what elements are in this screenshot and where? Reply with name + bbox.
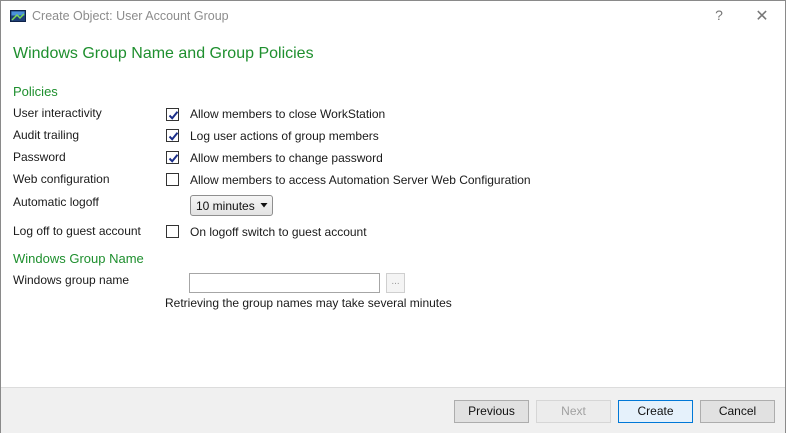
- window-title: Create Object: User Account Group: [32, 9, 229, 23]
- checkbox-web-configuration[interactable]: [166, 173, 179, 186]
- next-button[interactable]: Next: [536, 400, 611, 423]
- automatic-logoff-value: 10 minutes: [196, 199, 255, 213]
- checkmark-icon: [168, 132, 179, 141]
- cancel-button[interactable]: Cancel: [700, 400, 775, 423]
- checkbox-change-password[interactable]: [166, 151, 179, 164]
- policy-label-user-interactivity: User interactivity: [13, 106, 102, 120]
- title-bar: Create Object: User Account Group ? ✕: [1, 1, 785, 32]
- help-icon[interactable]: ?: [711, 7, 727, 25]
- create-object-dialog: Create Object: User Account Group ? ✕ Wi…: [0, 0, 786, 433]
- guest-account-label: Log off to guest account: [13, 224, 141, 238]
- option-web-configuration[interactable]: Allow members to access Automation Serve…: [190, 173, 531, 187]
- checkmark-icon: [168, 154, 179, 163]
- windows-group-section-title: Windows Group Name: [13, 251, 144, 266]
- policy-label-web-configuration: Web configuration: [13, 172, 110, 186]
- option-switch-guest-account[interactable]: On logoff switch to guest account: [190, 225, 367, 239]
- policy-label-password: Password: [13, 150, 66, 164]
- option-allow-close-workstation[interactable]: Allow members to close WorkStation: [190, 107, 385, 121]
- chevron-down-icon: [260, 203, 268, 208]
- page-title: Windows Group Name and Group Policies: [13, 45, 314, 62]
- checkbox-allow-close-workstation[interactable]: [166, 108, 179, 121]
- policy-label-audit-trailing: Audit trailing: [13, 128, 80, 142]
- checkbox-switch-guest-account[interactable]: [166, 225, 179, 238]
- app-icon: [10, 8, 26, 24]
- windows-group-name-input[interactable]: [189, 273, 380, 293]
- previous-button[interactable]: Previous: [454, 400, 529, 423]
- option-log-user-actions[interactable]: Log user actions of group members: [190, 129, 379, 143]
- automatic-logoff-dropdown[interactable]: 10 minutes: [190, 195, 273, 216]
- policies-section-title: Policies: [13, 84, 58, 99]
- windows-group-name-label: Windows group name: [13, 273, 130, 287]
- create-button[interactable]: Create: [618, 400, 693, 423]
- retrieval-hint-text: Retrieving the group names may take seve…: [165, 296, 452, 310]
- option-change-password[interactable]: Allow members to change password: [190, 151, 383, 165]
- dialog-footer: Previous Next Create Cancel: [1, 387, 785, 433]
- browse-groups-button[interactable]: ...: [386, 273, 405, 293]
- checkbox-log-user-actions[interactable]: [166, 129, 179, 142]
- close-icon[interactable]: ✕: [753, 6, 771, 26]
- automatic-logoff-label: Automatic logoff: [13, 195, 99, 209]
- checkmark-icon: [168, 111, 179, 120]
